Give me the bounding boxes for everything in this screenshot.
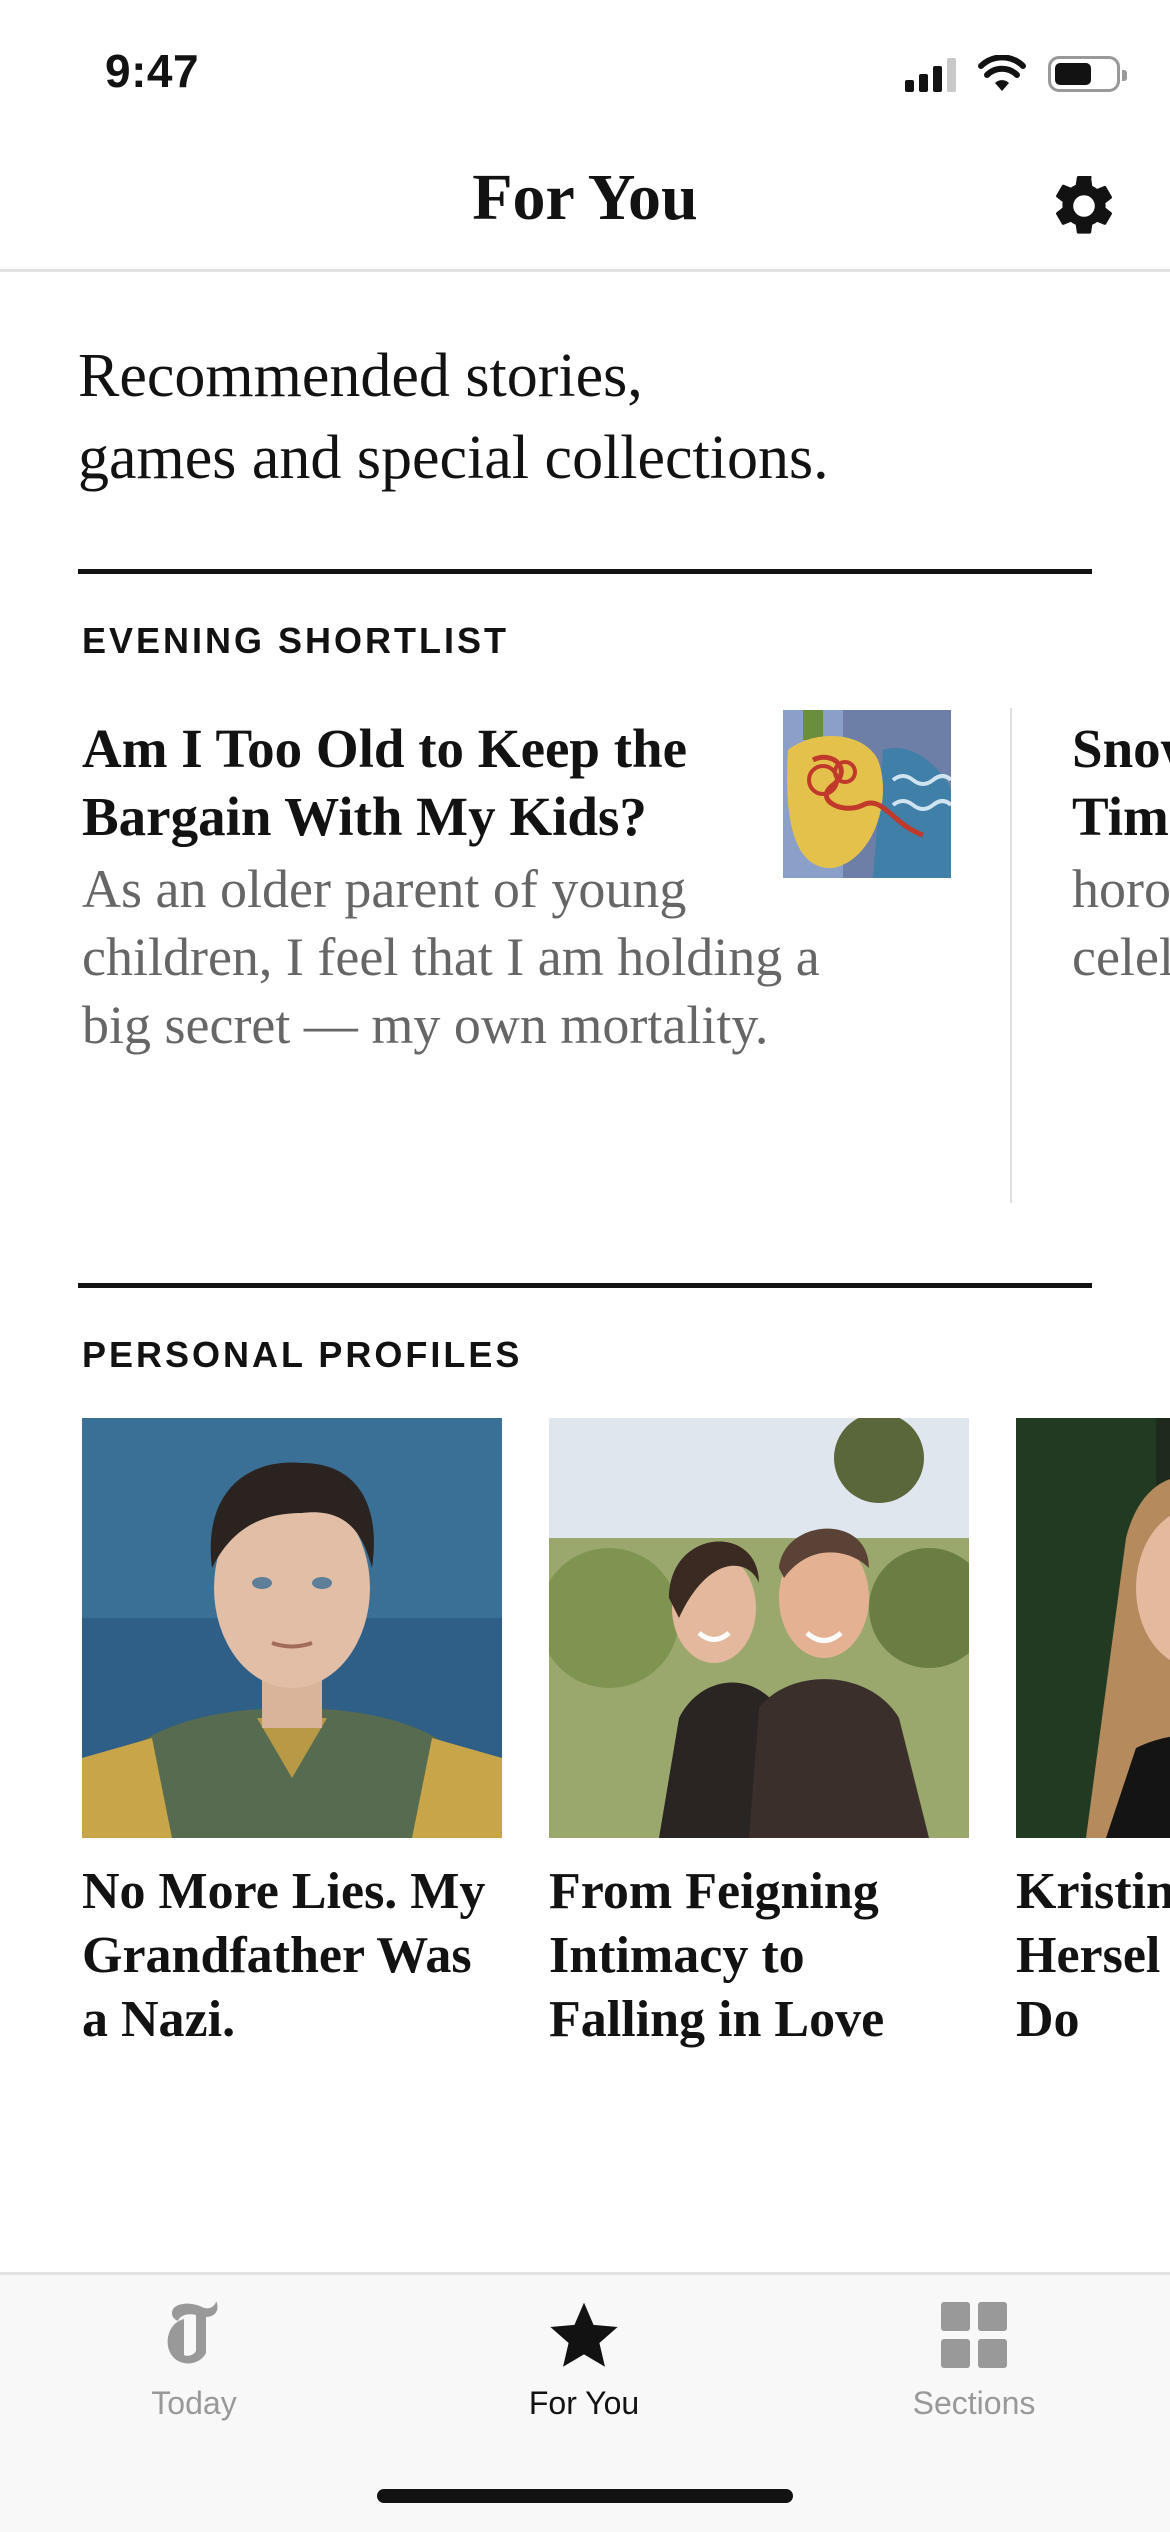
card-divider (1010, 708, 1012, 1203)
tab-bar: Today For You Sections (0, 2272, 1170, 2532)
star-icon (454, 2295, 714, 2375)
screen: 9:47 For You Recommended stories, games … (0, 0, 1170, 2532)
section-divider (78, 569, 1092, 574)
status-bar: 9:47 (0, 0, 1170, 140)
nyt-logo-icon (64, 2295, 324, 2375)
tab-today[interactable]: Today (64, 2295, 324, 2422)
story-card[interactable]: Am I Too Old to Keep the Bargain With My… (82, 715, 842, 1059)
home-indicator[interactable] (377, 2489, 793, 2503)
grid-icon (844, 2295, 1104, 2375)
status-icons (905, 52, 1127, 96)
story-card[interactable]: Snow Cen Tim horo whit celel (1072, 715, 1170, 991)
tab-sections[interactable]: Sections (844, 2295, 1104, 2422)
gear-icon[interactable] (1048, 170, 1120, 242)
tab-label: Sections (912, 2385, 1036, 2421)
profile-card[interactable]: No More Lies. My Grandfather Was a Nazi. (82, 1418, 502, 2052)
profile-image (549, 1418, 969, 1838)
page-title: For You (472, 161, 698, 234)
tab-for-you[interactable]: For You (454, 2295, 714, 2422)
profile-card[interactable]: Kristin Reinve Hersel Thinks Can Do (1016, 1418, 1170, 2052)
story-summary: As an older parent of young children, I … (82, 859, 820, 1055)
section-label-evening-shortlist: EVENING SHORTLIST (82, 620, 510, 661)
story-headline: Am I Too Old to Keep the Bargain With My… (82, 718, 688, 847)
profile-image (82, 1418, 502, 1838)
header: For You (0, 150, 1170, 272)
tab-label: For You (528, 2385, 640, 2421)
profile-title: From Feigning Intimacy to Falling in Lov… (549, 1863, 885, 2048)
story-summary: horo whit celel (1072, 859, 1170, 987)
wifi-icon (978, 55, 1026, 91)
story-headline: Snow Cen Tim (1072, 718, 1170, 847)
section-divider (78, 1283, 1092, 1288)
profile-image (1016, 1418, 1170, 1838)
profile-card[interactable]: From Feigning Intimacy to Falling in Lov… (549, 1418, 969, 2052)
status-time: 9:47 (105, 45, 200, 97)
profile-title: Kristin Reinve Hersel Thinks Can Do (1016, 1863, 1170, 2048)
battery-icon (1048, 56, 1127, 92)
intro-line-2: games and special collections. (78, 424, 829, 492)
section-label-personal-profiles: PERSONAL PROFILES (82, 1334, 523, 1375)
intro-text: Recommended stories, games and special c… (78, 335, 1078, 499)
intro-line-1: Recommended stories, (78, 342, 643, 410)
story-thumbnail[interactable] (783, 710, 951, 878)
cellular-signal-icon (905, 56, 956, 92)
tab-label: Today (151, 2385, 237, 2421)
profile-title: No More Lies. My Grandfather Was a Nazi. (82, 1863, 486, 2048)
